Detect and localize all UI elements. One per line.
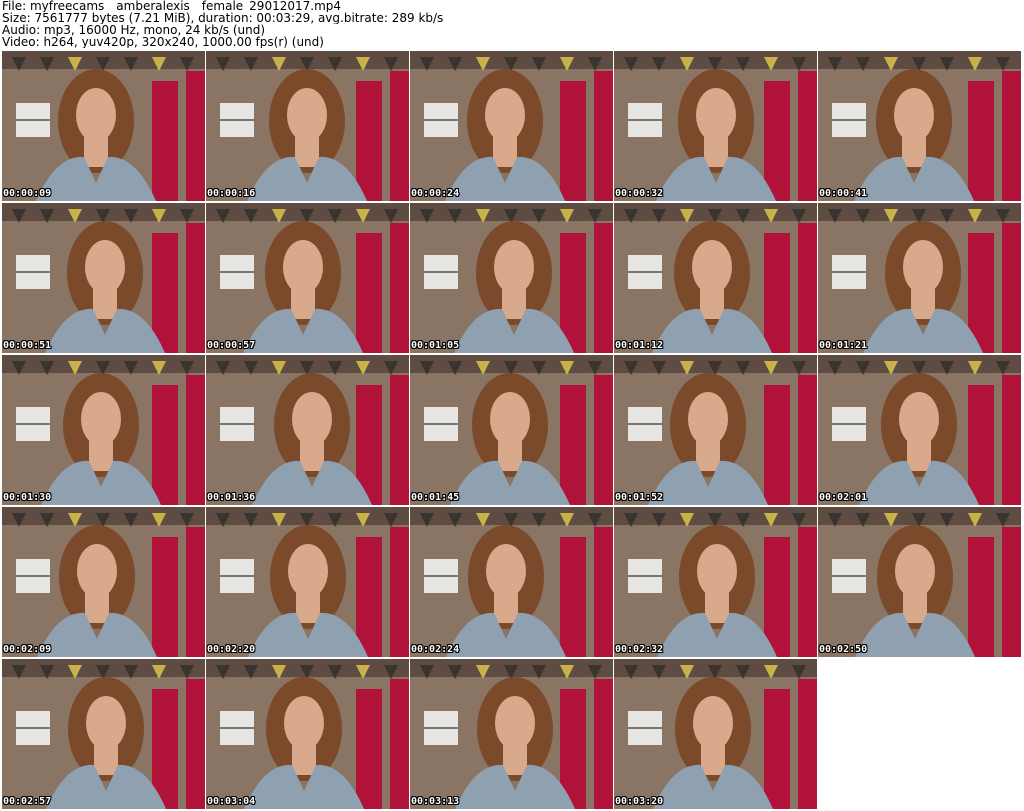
video-thumbnail: 00:03:13 (410, 659, 613, 809)
thumbnail-scene (818, 355, 1021, 505)
video-thumbnail: 00:01:05 (410, 203, 613, 353)
video-thumbnail: 00:02:20 (206, 507, 409, 657)
thumbnail-scene (614, 659, 817, 809)
thumbnail-timestamp: 00:01:30 (3, 492, 52, 503)
video-thumbnail: 00:00:24 (410, 51, 613, 201)
thumbnail-timestamp: 00:01:45 (411, 492, 460, 503)
thumbnail-timestamp: 00:01:21 (819, 340, 868, 351)
video-thumbnail: 00:02:50 (818, 507, 1021, 657)
video-info-text: Video: h264, yuv420p, 320x240, 1000.00 f… (2, 36, 324, 48)
thumbnail-scene (2, 659, 205, 809)
video-thumbnail: 00:01:52 (614, 355, 817, 505)
video-thumbnail: 00:00:16 (206, 51, 409, 201)
video-thumbnail: 00:00:09 (2, 51, 205, 201)
thumbnail-timestamp: 00:01:52 (615, 492, 664, 503)
thumbnail-scene (206, 507, 409, 657)
thumbnail-scene (206, 51, 409, 201)
thumbnail-scene (410, 203, 613, 353)
video-thumbnail: 00:01:12 (614, 203, 817, 353)
video-thumbnail: 00:01:21 (818, 203, 1021, 353)
thumbnail-scene (2, 51, 205, 201)
thumbnail-scene (614, 355, 817, 505)
thumbnail-timestamp: 00:03:13 (411, 796, 460, 807)
thumbnail-timestamp: 00:02:50 (819, 644, 868, 655)
thumbnail-scene (818, 51, 1021, 201)
audio-info-text: Audio: mp3, 16000 Hz, mono, 24 kb/s (und… (2, 24, 266, 36)
thumbnail-timestamp: 00:02:09 (3, 644, 52, 655)
file-name-text: File: myfreecams__amberalexis__female_29… (2, 0, 342, 12)
thumbnail-scene (206, 355, 409, 505)
video-thumbnail: 00:01:45 (410, 355, 613, 505)
thumbnail-timestamp: 00:02:32 (615, 644, 664, 655)
thumbnail-scene (818, 203, 1021, 353)
thumbnail-scene (410, 51, 613, 201)
video-thumbnail: 00:02:57 (2, 659, 205, 809)
video-thumbnail: 00:02:09 (2, 507, 205, 657)
thumbnail-timestamp: 00:00:24 (411, 188, 460, 199)
thumbnail-scene (410, 355, 613, 505)
video-thumbnail: 00:00:57 (206, 203, 409, 353)
video-thumbnail: 00:01:36 (206, 355, 409, 505)
file-size-text: Size: 7561777 bytes (7.21 MiB), duration… (2, 12, 444, 24)
thumbnail-timestamp: 00:03:20 (615, 796, 664, 807)
thumbnail-timestamp: 00:02:24 (411, 644, 460, 655)
thumbnail-scene (2, 507, 205, 657)
thumbnail-scene (614, 203, 817, 353)
thumbnail-timestamp: 00:01:36 (207, 492, 256, 503)
video-thumbnail: 00:01:30 (2, 355, 205, 505)
video-thumbnail: 00:03:04 (206, 659, 409, 809)
thumbnail-timestamp: 00:00:57 (207, 340, 256, 351)
thumbnail-timestamp: 00:02:57 (3, 796, 52, 807)
thumbnail-scene (410, 507, 613, 657)
video-thumbnail: 00:00:41 (818, 51, 1021, 201)
video-thumbnail: 00:02:01 (818, 355, 1021, 505)
thumbnail-timestamp: 00:00:51 (3, 340, 52, 351)
video-thumbnail: 00:02:24 (410, 507, 613, 657)
thumbnail-timestamp: 00:01:12 (615, 340, 664, 351)
thumbnail-scene (2, 355, 205, 505)
thumbnail-timestamp: 00:00:32 (615, 188, 664, 199)
video-thumbnail: 00:00:32 (614, 51, 817, 201)
thumbnail-timestamp: 00:02:01 (819, 492, 868, 503)
thumbnail-scene (818, 507, 1021, 657)
thumbnail-scene (2, 203, 205, 353)
thumbnail-scene (410, 659, 613, 809)
file-info-header: File: myfreecams__amberalexis__female_29… (0, 0, 1024, 48)
video-thumbnail: 00:03:20 (614, 659, 817, 809)
thumbnail-timestamp: 00:01:05 (411, 340, 460, 351)
thumbnail-timestamp: 00:00:41 (819, 188, 868, 199)
thumbnail-scene (206, 203, 409, 353)
thumbnail-timestamp: 00:00:16 (207, 188, 256, 199)
thumbnail-timestamp: 00:02:20 (207, 644, 256, 655)
thumbnail-timestamp: 00:03:04 (207, 796, 256, 807)
video-thumbnail: 00:02:32 (614, 507, 817, 657)
thumbnail-grid: 00:00:09 00:00:16 00:00:24 00:00:32 00:00:41… (2, 51, 1022, 811)
thumbnail-timestamp: 00:00:09 (3, 188, 52, 199)
thumbnail-scene (614, 51, 817, 201)
thumbnail-scene (206, 659, 409, 809)
video-thumbnail: 00:00:51 (2, 203, 205, 353)
thumbnail-scene (614, 507, 817, 657)
